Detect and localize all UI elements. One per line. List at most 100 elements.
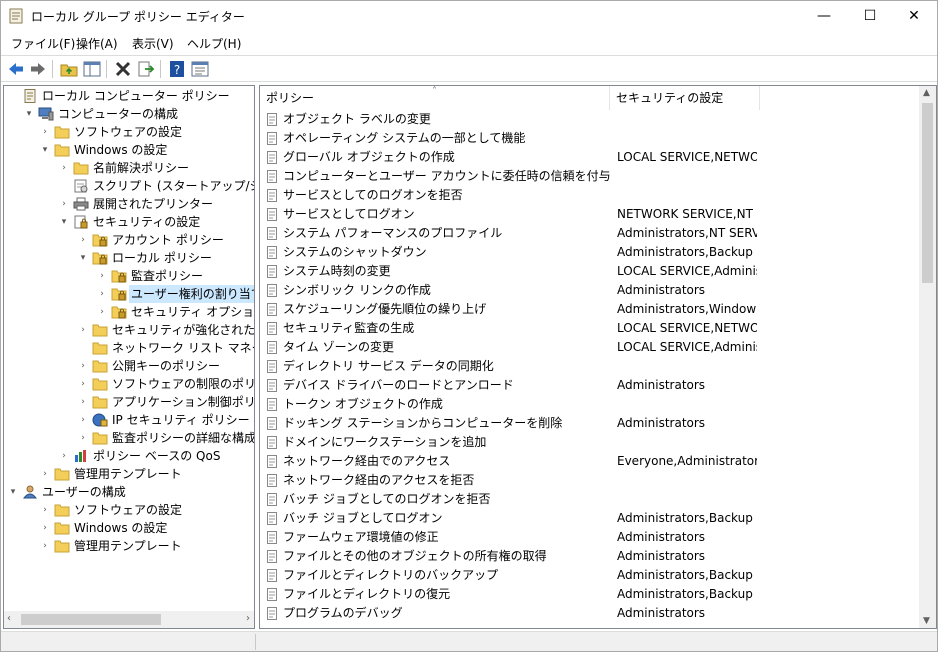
expand-arrow-icon[interactable]: › xyxy=(78,393,88,411)
column-header-security-setting[interactable]: セキュリティの設定 xyxy=(610,86,760,110)
minimize-button[interactable]: — xyxy=(801,1,847,31)
export-icon[interactable] xyxy=(136,59,156,79)
policy-row[interactable]: ファームウェア環境値の修正 Administrators xyxy=(260,528,918,547)
policy-row[interactable]: バッチ ジョブとしてのログオンを拒否 xyxy=(260,490,918,509)
column-header-policy[interactable]: ポリシー ˄ xyxy=(260,86,610,110)
tree-node[interactable]: ▾ ユーザーの構成 xyxy=(8,483,254,501)
show-hide-tree-icon[interactable] xyxy=(82,59,102,79)
tree-node[interactable]: › ソフトウェアの設定 xyxy=(40,501,254,519)
expand-arrow-icon[interactable]: › xyxy=(40,465,50,483)
tree-node[interactable]: › 監査ポリシー xyxy=(97,267,254,285)
policy-row[interactable]: システム パフォーマンスのプロファイル Administrators,NT SER… xyxy=(260,224,918,243)
properties-icon[interactable] xyxy=(190,59,210,79)
up-folder-icon[interactable] xyxy=(59,59,79,79)
tree-node[interactable]: › 監査ポリシーの詳細な構成 xyxy=(78,429,254,447)
collapse-arrow-icon[interactable]: ▾ xyxy=(8,483,18,501)
expand-arrow-icon[interactable]: › xyxy=(40,519,50,537)
policy-row[interactable]: システムのシャットダウン Administrators,Backup ... xyxy=(260,243,918,262)
expand-arrow-icon[interactable]: › xyxy=(97,303,107,321)
policy-row[interactable]: ネットワーク経由でのアクセス Everyone,Administrators... xyxy=(260,452,918,471)
tree-node[interactable]: スクリプト (スタートアップ/シャットダウ xyxy=(59,177,254,195)
tree-node[interactable]: › 公開キーのポリシー xyxy=(78,357,254,375)
expand-arrow-icon[interactable]: › xyxy=(78,429,88,447)
expand-arrow-icon[interactable]: › xyxy=(59,447,69,465)
policy-row[interactable]: システム時刻の変更 LOCAL SERVICE,Adminis... xyxy=(260,262,918,281)
tree-node[interactable]: › IP セキュリティ ポリシー (ローカル xyxy=(78,411,254,429)
scroll-right-arrow-icon[interactable]: › xyxy=(246,613,250,624)
tree-node[interactable]: › ユーザー権利の割り当て xyxy=(97,285,254,303)
expand-arrow-icon[interactable]: › xyxy=(59,159,69,177)
expand-arrow-icon[interactable]: › xyxy=(40,123,50,141)
expand-arrow-icon[interactable]: › xyxy=(78,321,88,339)
policy-row[interactable]: プログラムのデバッグ Administrators xyxy=(260,604,918,623)
policy-row[interactable]: デバイス ドライバーのロードとアンロード Administrators xyxy=(260,376,918,395)
policy-row[interactable]: ドッキング ステーションからコンピューターを削除 Administrators xyxy=(260,414,918,433)
policy-row[interactable]: サービスとしてログオン NETWORK SERVICE,NT S... xyxy=(260,205,918,224)
policy-row[interactable]: ディレクトリ サービス データの同期化 xyxy=(260,357,918,376)
menu-view[interactable]: 表示(V) xyxy=(132,35,174,52)
expand-arrow-icon[interactable]: › xyxy=(59,195,69,213)
close-button[interactable]: ✕ xyxy=(891,1,937,31)
expand-arrow-icon[interactable]: › xyxy=(40,501,50,519)
expand-arrow-icon[interactable]: › xyxy=(78,231,88,249)
policy-row[interactable]: ファイルとディレクトリのバックアップ Administrators,Backup … xyxy=(260,566,918,585)
expand-arrow-icon[interactable]: › xyxy=(78,375,88,393)
collapse-arrow-icon[interactable]: ▾ xyxy=(40,141,50,159)
scroll-down-arrow-icon[interactable]: ▼ xyxy=(923,616,930,626)
maximize-button[interactable]: ☐ xyxy=(847,1,893,31)
menu-help[interactable]: ヘルプ(H) xyxy=(187,35,241,52)
policy-row[interactable]: ファイルとその他のオブジェクトの所有権の取得 Administrators xyxy=(260,547,918,566)
policy-row[interactable]: トークン オブジェクトの作成 xyxy=(260,395,918,414)
tree-node[interactable]: › セキュリティ オプション xyxy=(97,303,254,321)
tree-node[interactable]: ネットワーク リスト マネージャー ポ xyxy=(78,339,254,357)
policy-row[interactable]: ドメインにワークステーションを追加 xyxy=(260,433,918,452)
help-icon[interactable]: ? xyxy=(167,59,187,79)
tree-node[interactable]: › 展開されたプリンター xyxy=(59,195,254,213)
expand-arrow-icon[interactable]: › xyxy=(97,285,107,303)
expand-arrow-icon[interactable]: › xyxy=(78,411,88,429)
tree-node[interactable]: › ソフトウェアの制限のポリシー xyxy=(78,375,254,393)
expand-arrow-icon[interactable]: › xyxy=(40,537,50,555)
tree-node[interactable]: ▾ ローカル ポリシー xyxy=(78,249,254,267)
tree-node[interactable]: ▾ セキュリティの設定 xyxy=(59,213,254,231)
tree-node[interactable]: › アカウント ポリシー xyxy=(78,231,254,249)
tree-horizontal-scrollbar[interactable]: ‹ › xyxy=(4,611,254,628)
collapse-arrow-icon[interactable]: ▾ xyxy=(59,213,69,231)
tree-node[interactable]: › アプリケーション制御ポリシー xyxy=(78,393,254,411)
delete-icon[interactable] xyxy=(113,59,133,79)
tree-node[interactable]: › ポリシー ベースの QoS xyxy=(59,447,254,465)
policy-row[interactable]: スケジューリング優先順位の繰り上げ Administrators,Window .… xyxy=(260,300,918,319)
tree-node[interactable]: › 名前解決ポリシー xyxy=(59,159,254,177)
tree-node[interactable]: › ソフトウェアの設定 xyxy=(40,123,254,141)
policy-row[interactable]: シンボリック リンクの作成 Administrators xyxy=(260,281,918,300)
tree-node[interactable]: › Windows の設定 xyxy=(40,519,254,537)
expand-arrow-icon[interactable]: › xyxy=(78,357,88,375)
menu-action[interactable]: 操作(A) xyxy=(76,35,118,52)
expand-arrow-icon[interactable]: › xyxy=(97,267,107,285)
policy-row[interactable]: サービスとしてのログオンを拒否 xyxy=(260,186,918,205)
policy-row[interactable]: バッチ ジョブとしてログオン Administrators,Backup ... xyxy=(260,509,918,528)
scrollbar-thumb[interactable] xyxy=(21,614,161,625)
scrollbar-thumb[interactable] xyxy=(922,103,933,283)
list-vertical-scrollbar[interactable]: ▲ ▼ xyxy=(919,86,936,628)
tree-node[interactable]: ▾ コンピューターの構成 xyxy=(24,105,254,123)
navigation-tree[interactable]: ‹ › ローカル コンピューター ポリシー ▾ コンピューターの構成 › ソフトウェアの… xyxy=(3,85,255,629)
policy-row[interactable]: オペレーティング システムの一部として機能 xyxy=(260,129,918,148)
policy-row[interactable]: セキュリティ監査の生成 LOCAL SERVICE,NETWO... xyxy=(260,319,918,338)
policy-row[interactable]: オブジェクト ラベルの変更 xyxy=(260,110,918,129)
back-icon[interactable] xyxy=(6,59,26,79)
policy-row[interactable]: コンピューターとユーザー アカウントに委任時の信頼を付与 xyxy=(260,167,918,186)
tree-node[interactable]: ローカル コンピューター ポリシー xyxy=(8,87,254,105)
tree-node[interactable]: ▾ Windows の設定 xyxy=(40,141,254,159)
scroll-up-arrow-icon[interactable]: ▲ xyxy=(923,88,930,98)
tree-node[interactable]: › 管理用テンプレート xyxy=(40,465,254,483)
collapse-arrow-icon[interactable]: ▾ xyxy=(78,249,88,267)
collapse-arrow-icon[interactable]: ▾ xyxy=(24,105,34,123)
policy-row[interactable]: ファイルとディレクトリの復元 Administrators,Backup ... xyxy=(260,585,918,604)
policy-row[interactable]: タイム ゾーンの変更 LOCAL SERVICE,Adminis... xyxy=(260,338,918,357)
menu-file[interactable]: ファイル(F) xyxy=(11,35,75,52)
tree-node[interactable]: › 管理用テンプレート xyxy=(40,537,254,555)
tree-node[interactable]: › セキュリティが強化された Windo xyxy=(78,321,254,339)
policy-row[interactable]: グローバル オブジェクトの作成 LOCAL SERVICE,NETWO... xyxy=(260,148,918,167)
forward-icon[interactable] xyxy=(28,59,48,79)
